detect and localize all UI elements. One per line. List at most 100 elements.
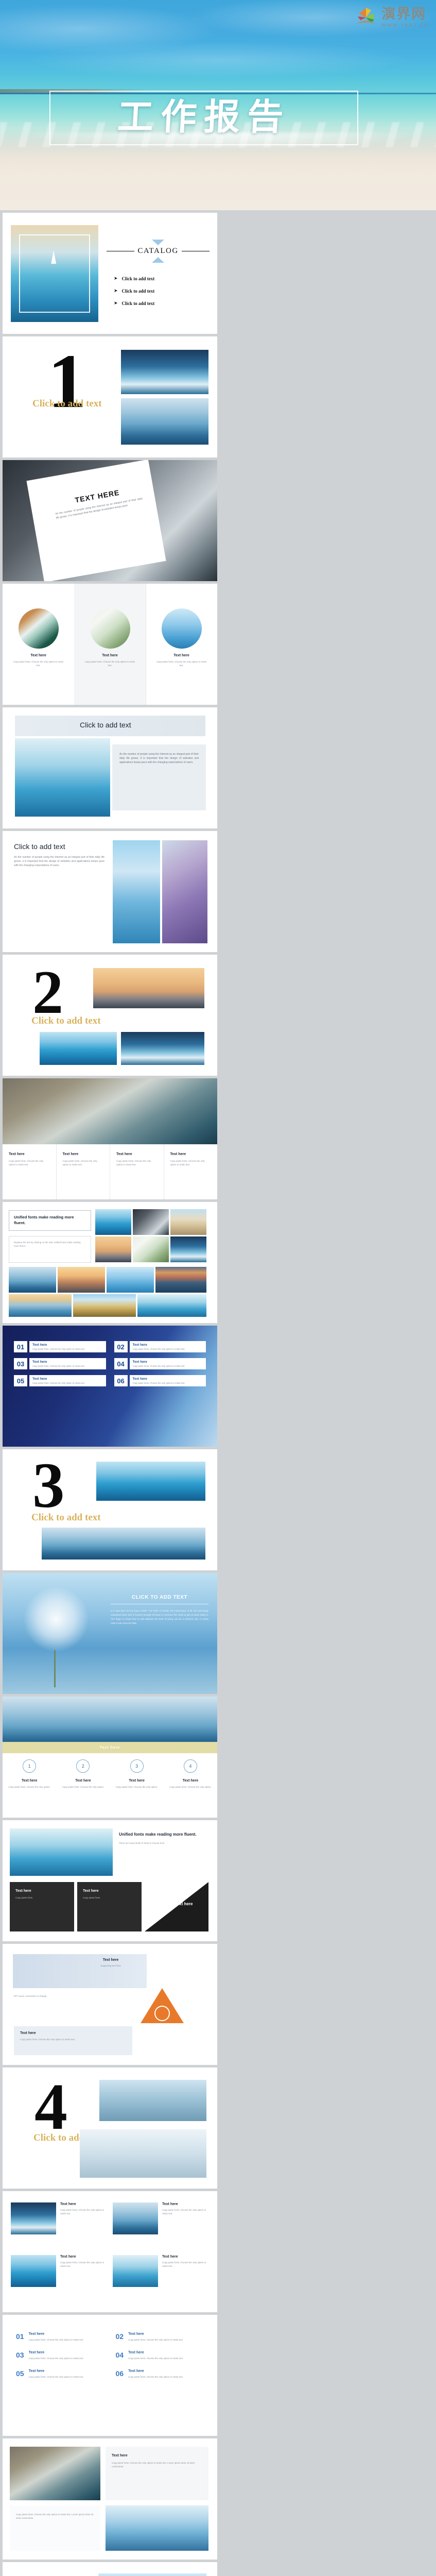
flower-photo bbox=[162, 840, 207, 943]
slide-mosaic[interactable]: Unified fonts make reading more fluent. … bbox=[3, 1202, 217, 1323]
catalog-item[interactable]: ➤ Click to add text bbox=[114, 276, 206, 281]
item-number: 04 bbox=[114, 1358, 128, 1369]
numbered-item[interactable]: 02 Text here Copy paste fonts. Choose th… bbox=[114, 1341, 206, 1352]
lighthouse-photo bbox=[106, 2505, 208, 2551]
circle-item[interactable]: Text here Copy paste fonts. Choose the o… bbox=[146, 608, 217, 667]
chevron-right-icon: ➤ bbox=[114, 300, 118, 306]
top-title: Text here bbox=[102, 1958, 119, 1962]
slide-section-5[interactable]: 5 Click to add text bbox=[3, 2562, 217, 2576]
slide-dandelion[interactable]: CLICK TO ADD TEXT It is said that not to… bbox=[3, 1573, 217, 1694]
slide-section-1[interactable]: 1 Click to add text bbox=[3, 336, 217, 457]
card-title: Text here bbox=[112, 2454, 128, 2458]
card-item[interactable]: Text here Copy paste fonts. Choose the o… bbox=[164, 1144, 218, 1199]
black-card[interactable]: Text here Copy paste fonts. bbox=[10, 1882, 74, 1931]
numbered-item[interactable]: 02 Text here Copy paste fonts. Choose th… bbox=[116, 2332, 204, 2342]
numbered-item[interactable]: 05 Text here Copy paste fonts. Choose th… bbox=[14, 1375, 106, 1386]
card-title: Text here bbox=[9, 1153, 25, 1156]
numbered-item[interactable]: 04 Text here Copy paste fonts. Choose th… bbox=[114, 1358, 206, 1369]
item-number: 05 bbox=[16, 2369, 24, 2378]
slide-section-3[interactable]: 3 Click to add text bbox=[3, 1449, 217, 1570]
circle-title: Text here bbox=[102, 654, 118, 657]
black-card[interactable]: Text here Copy paste fonts. bbox=[77, 1882, 142, 1931]
banner-label-bar: Text here bbox=[3, 1742, 217, 1753]
step-item[interactable]: 2 Text here Copy paste fonts. Choose the… bbox=[56, 1759, 110, 1789]
item-body: Copy paste fonts. Choose the only option… bbox=[32, 1365, 85, 1367]
cover-slide: 演界网 WWW.YANJ.CN 工作报告 bbox=[0, 0, 436, 210]
bottom-panel: Text here Copy paste fonts. Choose the o… bbox=[14, 2026, 132, 2055]
text-card[interactable]: Copy paste fonts. Choose the only option… bbox=[10, 2505, 100, 2551]
circle-item[interactable]: Text here Copy paste fonts. Choose the o… bbox=[3, 608, 74, 667]
bird-photo bbox=[15, 738, 110, 817]
numbered-item[interactable]: 04 Text here Copy paste fonts. Choose th… bbox=[116, 2351, 204, 2360]
triangle-down-icon bbox=[152, 240, 164, 245]
item-title: Text here bbox=[28, 2351, 45, 2355]
text-card[interactable]: Text here Copy paste fonts. Choose the o… bbox=[106, 2447, 208, 2500]
step-number: 1 bbox=[23, 1759, 37, 1773]
gallery-item[interactable]: Text here Copy paste fonts. Choose the o… bbox=[113, 2255, 210, 2287]
catalog-item[interactable]: ➤ Click to add text bbox=[114, 288, 206, 294]
slide-section-4[interactable]: 4 Click to add text bbox=[3, 2067, 217, 2189]
gallery-title: Text here bbox=[162, 2202, 178, 2206]
numbered-item[interactable]: 06 Text here Copy paste fonts. Choose th… bbox=[116, 2369, 204, 2379]
step-item[interactable]: 4 Text here Copy paste fonts. Choose the… bbox=[164, 1759, 217, 1789]
card-item[interactable]: Text here Copy paste fonts. Choose the o… bbox=[110, 1144, 164, 1199]
item-title: Text here bbox=[28, 2369, 45, 2374]
slide-clouds-flower[interactable]: Click to add text As the number of peopl… bbox=[3, 831, 217, 952]
slide-numbered-dark[interactable]: 01 Text here Copy paste fonts. Choose th… bbox=[3, 1326, 217, 1447]
bottom-title: Text here bbox=[20, 2031, 36, 2035]
item-title: Text here bbox=[128, 2369, 144, 2374]
card-item[interactable]: Text here Copy paste fonts. Choose the o… bbox=[3, 1144, 57, 1199]
numbered-item[interactable]: 03 Text here Copy paste fonts. Choose th… bbox=[16, 2351, 104, 2360]
watermark-text: 演界网 WWW.YANJ.CN bbox=[381, 7, 429, 28]
slide-two-card-black[interactable]: Unified fonts make reading more fluent. … bbox=[3, 1820, 217, 1941]
slide-three-circles[interactable]: Text here Copy paste fonts. Choose the o… bbox=[3, 584, 217, 705]
section-number: 2 bbox=[32, 958, 63, 1026]
gallery-item[interactable]: Text here Copy paste fonts. Choose the o… bbox=[11, 2202, 108, 2234]
circle-item[interactable]: Text here Copy paste fonts. Choose the o… bbox=[74, 608, 146, 667]
item-title: Text here bbox=[32, 1360, 47, 1364]
slide-rocky-four-cards[interactable]: Text here Copy paste fonts. Choose the o… bbox=[3, 1078, 217, 1199]
slide-gallery-four[interactable]: Text here Copy paste fonts. Choose the o… bbox=[3, 2191, 217, 2312]
step-body: Copy paste fonts. Choose the only option… bbox=[115, 1786, 158, 1788]
section-photo-top bbox=[121, 350, 208, 394]
slide-catalog[interactable]: CATALOG ➤ Click to add text ➤ Click to a… bbox=[3, 213, 217, 334]
slide-bird-text[interactable]: Click to add text As the number of peopl… bbox=[3, 707, 217, 828]
step-title: Text here bbox=[129, 1779, 145, 1783]
numbered-item[interactable]: 06 Text here Copy paste fonts. Choose th… bbox=[114, 1375, 206, 1386]
step-item[interactable]: 1 Text here Copy paste fonts. Choose the… bbox=[3, 1759, 56, 1789]
panel-body: As the number of people using the Intern… bbox=[119, 753, 199, 764]
numbered-item[interactable]: 01 Text here Copy paste fonts. Choose th… bbox=[16, 2332, 104, 2342]
gallery-item[interactable]: Text here Copy paste fonts. Choose the o… bbox=[113, 2202, 210, 2234]
slide-body: It is said that not too long a while. Th… bbox=[111, 1609, 208, 1625]
item-body: Copy paste fonts. Choose the only option… bbox=[28, 2376, 84, 2379]
gallery-body: Copy paste fonts. Choose the only option… bbox=[60, 2209, 104, 2215]
item-title: Text here bbox=[32, 1343, 47, 1347]
ppt-template-preview: 演界网 WWW.YANJ.CN 工作报告 CATALOG ➤ Click to … bbox=[0, 0, 436, 2576]
numbered-item[interactable]: 05 Text here Copy paste fonts. Choose th… bbox=[16, 2369, 104, 2379]
slide-steps-four[interactable]: Text here 1 Text here Copy paste fonts. … bbox=[3, 1697, 217, 1818]
card-body: Copy paste fonts. Choose the only option… bbox=[62, 1160, 97, 1166]
gallery-title: Text here bbox=[60, 2202, 76, 2206]
step-item[interactable]: 3 Text here Copy paste fonts. Choose the… bbox=[110, 1759, 164, 1789]
item-body: Copy paste fonts. Choose the only option… bbox=[132, 1382, 185, 1384]
item-number: 05 bbox=[14, 1375, 27, 1386]
card-item[interactable]: Text here Copy paste fonts. Choose the o… bbox=[57, 1144, 110, 1199]
numbered-item[interactable]: 01 Text here Copy paste fonts. Choose th… bbox=[14, 1341, 106, 1352]
circle-title: Text here bbox=[173, 654, 189, 657]
slide-rocks-cards[interactable]: Text here Copy paste fonts. Choose the o… bbox=[3, 2438, 217, 2560]
slide-section-2[interactable]: 2 Click to add text bbox=[3, 955, 217, 1076]
slide-numbered-light[interactable]: 01 Text here Copy paste fonts. Choose th… bbox=[3, 2315, 217, 2436]
step-body: Copy paste fonts. Choose the only option… bbox=[62, 1786, 104, 1788]
step-title: Text here bbox=[182, 1779, 199, 1783]
catalog-item[interactable]: ➤ Click to add text bbox=[114, 300, 206, 306]
section-number: 5 bbox=[32, 2567, 65, 2576]
card-title: Text here bbox=[116, 1153, 132, 1156]
numbered-item[interactable]: 03 Text here Copy paste fonts. Choose th… bbox=[14, 1358, 106, 1369]
slide-ppt-triangle[interactable]: Text here Supporting text here PPT users… bbox=[3, 1944, 217, 2065]
item-title: Text here bbox=[132, 1343, 147, 1347]
chevron-right-icon: ➤ bbox=[114, 276, 118, 281]
item-title: Text here bbox=[28, 2332, 45, 2336]
slide-text-here[interactable]: TEXT HERE As the number of people using … bbox=[3, 460, 217, 581]
gallery-item[interactable]: Text here Copy paste fonts. Choose the o… bbox=[11, 2255, 108, 2287]
item-body: Copy paste fonts. Choose the only option… bbox=[128, 2357, 183, 2360]
